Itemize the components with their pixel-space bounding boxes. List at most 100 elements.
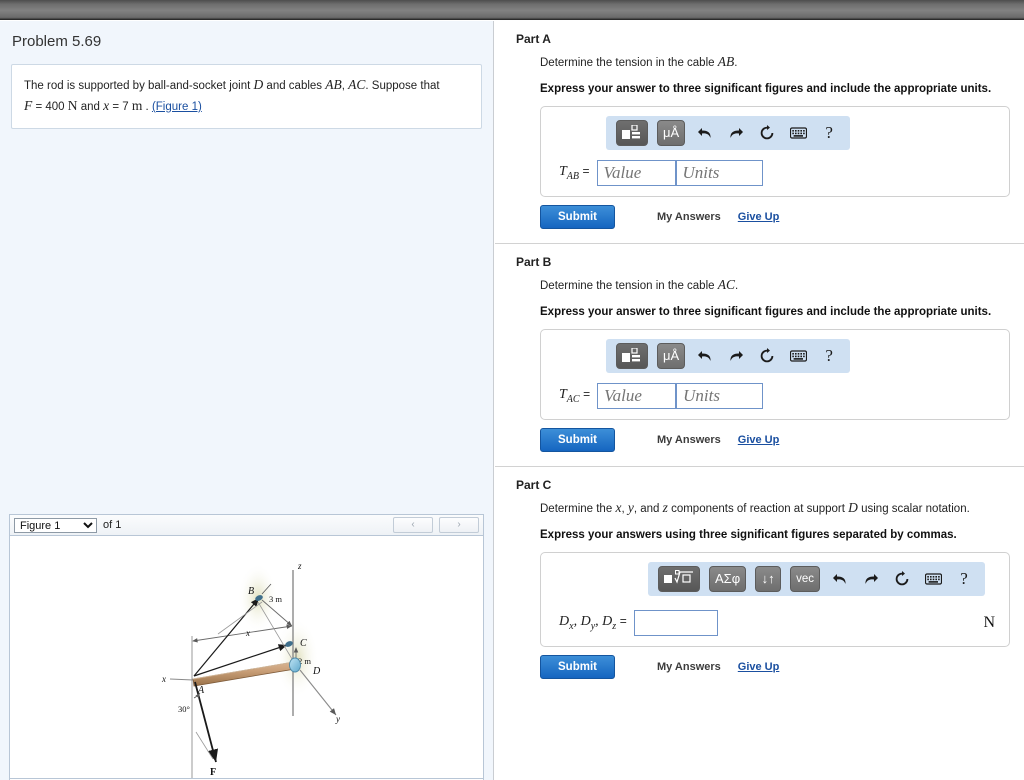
root-template-icon[interactable] (658, 565, 700, 592)
statement-force-symbol: F (24, 97, 33, 113)
part-b-var-sub: AC (566, 393, 580, 405)
part-b-submit-button[interactable]: Submit (540, 427, 615, 452)
figure-label-F: F (210, 767, 216, 778)
part-c-var-d2: D (580, 614, 591, 630)
part-a-section: Part A Determine the tension in the cabl… (495, 21, 1024, 244)
vector-icon[interactable]: vec (790, 565, 821, 592)
part-a-submit-button[interactable]: Submit (540, 204, 615, 229)
part-a-instruction: Express your answer to three significant… (540, 82, 992, 95)
statement-cable-ab: AB (325, 77, 342, 92)
reset-icon[interactable] (891, 566, 913, 592)
statement-text-3: . Suppose that (365, 80, 440, 92)
part-b-question-math: AC (717, 276, 735, 292)
part-a-give-up-link[interactable]: Give Up (738, 211, 780, 223)
browser-chrome-bar (0, 0, 1024, 20)
figure-label-angle: 30° (178, 704, 190, 714)
redo-icon[interactable] (725, 120, 747, 146)
figure-prev-button[interactable]: ‹ (393, 517, 433, 533)
template-icon[interactable] (616, 119, 648, 146)
part-a-variable-label: TAB = (559, 164, 590, 182)
part-b-section: Part B Determine the tension in the cabl… (495, 244, 1024, 467)
part-c-actions: Submit My Answers Give Up (540, 654, 1010, 679)
part-c-var-d3: D (602, 614, 613, 630)
part-c-math-toolbar: ΑΣφ ↓↑ vec ? (648, 561, 986, 596)
figure-next-button[interactable]: › (439, 517, 479, 533)
part-a-value-input[interactable] (596, 159, 676, 186)
figure-label-3m: 3 m (269, 594, 282, 604)
undo-icon[interactable] (694, 120, 716, 146)
part-a-units-input[interactable] (675, 159, 763, 186)
statement-text-1: The rod is supported by ball-and-socket … (24, 80, 254, 92)
part-b-equals: = (583, 387, 591, 402)
reset-icon[interactable] (756, 120, 778, 146)
statement-and: and (80, 100, 100, 113)
part-b-label: Part B (516, 254, 552, 269)
reset-icon[interactable] (756, 343, 778, 369)
figure-link[interactable]: (Figure 1) (152, 101, 202, 113)
figure-label-x-axis: x (161, 674, 166, 684)
sort-arrows-icon[interactable]: ↓↑ (755, 565, 782, 592)
part-b-answer-box: μÅ ? TAC = Value Units (540, 328, 1010, 420)
keyboard-icon[interactable] (922, 566, 944, 592)
figure-panel: Figure 1 of 1 ‹ › z x 3 m 2 m D B C A x … (9, 514, 484, 780)
undo-icon[interactable] (829, 566, 851, 592)
template-icon[interactable] (616, 342, 648, 369)
part-c-equals: = (619, 614, 627, 629)
help-icon[interactable]: ? (953, 566, 975, 592)
part-b-units-input[interactable] (676, 382, 764, 409)
help-icon[interactable]: ? (818, 120, 840, 146)
part-c-variable-label: Dx, Dy, Dz = (559, 614, 627, 632)
statement-period: . (145, 100, 149, 113)
part-a-var-sub: AB (566, 170, 580, 182)
statement-text-2: and cables (263, 80, 326, 92)
part-a-question-math: AB (717, 54, 735, 69)
statement-x-unit: m (131, 97, 143, 113)
part-a-answer-box: μÅ ? TAB = Value Units (540, 105, 1010, 197)
part-c-q-D: D (848, 499, 858, 515)
figure-label-C: C (300, 638, 307, 649)
part-c-label: Part C (516, 477, 552, 492)
statement-force-unit: N (67, 97, 78, 113)
part-b-give-up-link[interactable]: Give Up (738, 434, 780, 446)
page-title: Problem 5.69 (12, 33, 102, 50)
part-c-my-answers-link[interactable]: My Answers (657, 661, 721, 673)
part-b-var-main: T (559, 387, 567, 403)
figure-toolbar: Figure 1 of 1 ‹ › (10, 515, 483, 536)
figure-selector[interactable]: Figure 1 (14, 517, 97, 533)
part-c-answer-box: ΑΣφ ↓↑ vec ? Dx, Dy, Dz = N (540, 551, 1010, 647)
part-c-var-sub-y: y (590, 620, 596, 632)
part-c-give-up-link[interactable]: Give Up (738, 661, 780, 673)
part-b-value-input[interactable] (597, 382, 677, 409)
statement-cable-ac: AC (348, 77, 366, 92)
undo-icon[interactable] (694, 343, 716, 369)
help-icon[interactable]: ? (818, 343, 840, 369)
part-c-instruction: Express your answers using three signifi… (540, 528, 957, 541)
units-icon[interactable]: μÅ (657, 119, 686, 146)
redo-icon[interactable] (725, 343, 747, 369)
figure-label-D: D (312, 666, 321, 677)
problem-statement: The rod is supported by ball-and-socket … (11, 64, 482, 129)
part-c-value-input[interactable] (633, 609, 718, 636)
figure-diagram-svg: z x 3 m 2 m D B C A x y 30° F (161, 561, 340, 778)
figure-count-label: of 1 (103, 519, 122, 531)
part-b-math-toolbar: μÅ ? (606, 338, 851, 373)
keyboard-icon[interactable] (787, 120, 809, 146)
greek-letters-icon[interactable]: ΑΣφ (709, 565, 747, 592)
statement-force-value: = 400 (35, 100, 65, 113)
figure-image[interactable]: z x 3 m 2 m D B C A x y 30° F (10, 536, 483, 778)
part-c-var-d1: D (559, 614, 570, 630)
figure-label-z: z (297, 561, 302, 571)
part-b-my-answers-link[interactable]: My Answers (657, 434, 721, 446)
part-a-question-tail: . (734, 57, 738, 69)
part-c-submit-button[interactable]: Submit (540, 654, 615, 679)
part-a-actions: Submit My Answers Give Up (540, 204, 1010, 229)
keyboard-icon[interactable] (787, 343, 809, 369)
part-c-var-sub-z: z (612, 620, 617, 632)
part-a-inputs: TAB = (551, 159, 999, 186)
units-icon[interactable]: μÅ (657, 342, 686, 369)
part-a-question: Determine the tension in the cable AB. (540, 53, 1010, 72)
part-c-q-8: using scalar notation. (857, 502, 970, 515)
part-a-my-answers-link[interactable]: My Answers (657, 211, 721, 223)
redo-icon[interactable] (860, 566, 882, 592)
part-a-equals: = (582, 164, 590, 179)
